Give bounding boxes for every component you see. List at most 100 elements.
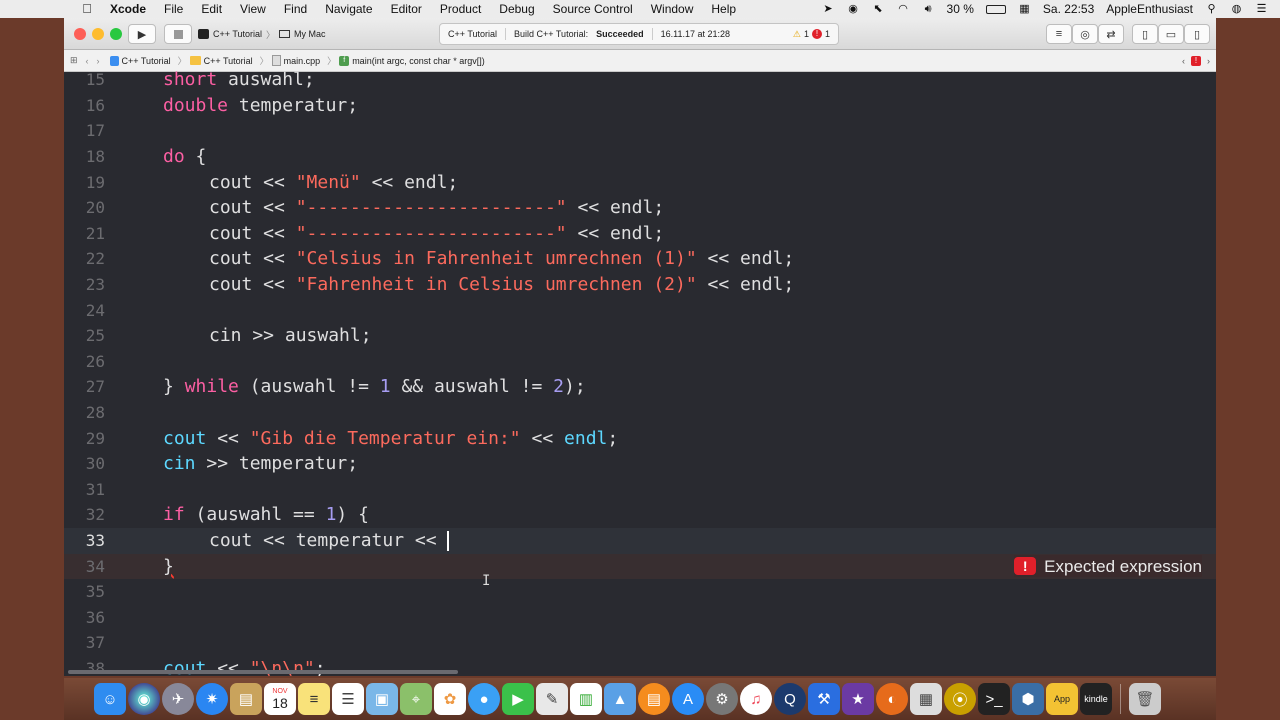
assistant-editor-button[interactable]: ◎: [1072, 24, 1098, 44]
terminal-icon[interactable]: >_: [978, 683, 1010, 715]
menu-window[interactable]: Window: [651, 2, 694, 16]
code-token: do: [163, 146, 185, 167]
error-annotation[interactable]: ! Expected expression: [1014, 555, 1202, 578]
version-editor-button[interactable]: ⇄: [1098, 24, 1124, 44]
code-token: (auswahl !=: [238, 376, 380, 398]
messages-icon[interactable]: ●: [468, 683, 500, 715]
ibeam-cursor-icon: I: [482, 573, 491, 589]
cursor-icon[interactable]: ⬉: [872, 3, 885, 16]
launchpad-icon[interactable]: ✈: [162, 683, 194, 715]
app-label: App: [1053, 694, 1070, 704]
network-utility-icon[interactable]: ⦿: [944, 683, 976, 715]
breadcrumb-folder[interactable]: C++ Tutorial: [189, 56, 253, 66]
previous-issue-icon[interactable]: ‹: [1182, 56, 1185, 66]
menu-edit[interactable]: Edit: [201, 2, 222, 16]
toggle-debug-area-button[interactable]: ▭: [1158, 24, 1184, 44]
forward-chevron-icon[interactable]: ›: [97, 56, 100, 66]
toggle-navigator-button[interactable]: ▯: [1132, 24, 1158, 44]
apple-menu-icon[interactable]: : [80, 2, 94, 16]
numbers-icon[interactable]: ▥: [570, 683, 602, 715]
contacts-icon[interactable]: ▤: [230, 683, 262, 715]
kindle-icon[interactable]: kindle: [1080, 683, 1112, 715]
standard-editor-button[interactable]: ≡: [1046, 24, 1072, 44]
ibooks-icon[interactable]: ▤: [638, 683, 670, 715]
toggle-utilities-button[interactable]: ▯: [1184, 24, 1210, 44]
menu-help[interactable]: Help: [711, 2, 736, 16]
firefox-icon[interactable]: ◐: [876, 683, 908, 715]
breadcrumb-file[interactable]: main.cpp: [271, 55, 320, 66]
code-line: 37: [64, 630, 1216, 656]
line-number: 28: [85, 403, 105, 422]
notes-icon[interactable]: ≡: [298, 683, 330, 715]
battery-percent[interactable]: 30 %: [947, 2, 974, 16]
source-editor[interactable]: 15 short auswahl; 16 double temperatur; 17…: [64, 69, 1216, 676]
back-chevron-icon[interactable]: ‹: [86, 56, 89, 66]
scheme-destination[interactable]: My Mac: [294, 29, 326, 39]
related-items-icon[interactable]: ⊞: [70, 55, 78, 66]
photos-icon[interactable]: ✿: [434, 683, 466, 715]
menu-debug[interactable]: Debug: [499, 2, 534, 16]
app-store-icon[interactable]: A: [672, 683, 704, 715]
close-window-button[interactable]: [74, 28, 86, 40]
siri-icon[interactable]: ◉: [128, 683, 160, 715]
calendar-icon[interactable]: NOV 18: [264, 683, 296, 715]
clock[interactable]: Sa. 22:53: [1043, 2, 1094, 16]
siri-icon[interactable]: ◍: [1230, 3, 1243, 16]
kindle-label: kindle: [1084, 694, 1108, 704]
safari-icon[interactable]: ✷: [196, 683, 228, 715]
spotlight-search-icon[interactable]: ⚲: [1205, 3, 1218, 16]
menu-editor[interactable]: Editor: [391, 2, 422, 16]
line-number: 37: [85, 633, 105, 653]
battery-icon[interactable]: [985, 4, 1006, 14]
line-number: 17: [85, 121, 105, 141]
scheme-project[interactable]: C++ Tutorial: [213, 29, 262, 39]
maps-icon[interactable]: ⌖: [400, 683, 432, 715]
menu-source-control[interactable]: Source Control: [553, 2, 633, 16]
menu-view[interactable]: View: [240, 2, 266, 16]
imovie-icon[interactable]: ★: [842, 683, 874, 715]
app-icon[interactable]: App: [1046, 683, 1078, 715]
xcode-icon[interactable]: ⚒: [808, 683, 840, 715]
code-token: && auswahl !=: [390, 376, 554, 398]
scheme-selector[interactable]: C++ Tutorial 〉 My Mac: [198, 24, 326, 44]
preview-icon[interactable]: ▣: [366, 683, 398, 715]
breadcrumb-project[interactable]: C++ Tutorial: [109, 55, 171, 66]
breadcrumb-function[interactable]: f main(int argc, const char * argv[]): [339, 55, 485, 66]
menu-app-name[interactable]: Xcode: [110, 2, 146, 16]
finder-icon[interactable]: ☺: [94, 683, 126, 715]
code-line: 32 if (auswahl == 1) {: [64, 502, 1216, 528]
calendar-icon[interactable]: ▦: [1018, 3, 1031, 16]
system-preferences-icon[interactable]: ⚙: [706, 683, 738, 715]
horizontal-scrollbar[interactable]: [68, 670, 458, 674]
wifi-icon[interactable]: ◠: [897, 3, 910, 16]
itunes-icon[interactable]: ♫: [740, 683, 772, 715]
code-token: (auswahl ==: [184, 504, 326, 526]
quicktime-icon[interactable]: Q: [774, 683, 806, 715]
user-name[interactable]: AppleEnthusiast: [1106, 2, 1193, 16]
python-launcher-icon[interactable]: ⬢: [1012, 683, 1044, 715]
issue-counts[interactable]: ⚠ 1 ! 1: [793, 29, 830, 40]
trash-icon[interactable]: 🗑︎: [1129, 683, 1161, 715]
run-button[interactable]: ▶: [128, 24, 156, 44]
menu-product[interactable]: Product: [440, 2, 481, 16]
pages-icon[interactable]: ✎: [536, 683, 568, 715]
code-token: cin >> auswahl;: [209, 325, 372, 347]
keynote-icon[interactable]: ▲: [604, 683, 636, 715]
location-icon[interactable]: ➤: [822, 3, 835, 16]
bottom-panel-icon: ▭: [1165, 28, 1177, 41]
archive-utility-icon[interactable]: ▦: [910, 683, 942, 715]
minimize-window-button[interactable]: [92, 28, 104, 40]
error-icon[interactable]: !: [1191, 55, 1201, 66]
menu-navigate[interactable]: Navigate: [325, 2, 372, 16]
menu-file[interactable]: File: [164, 2, 183, 16]
stop-button[interactable]: [164, 24, 192, 44]
record-icon[interactable]: ◉: [847, 3, 860, 16]
facetime-icon[interactable]: ▶: [502, 683, 534, 715]
zoom-window-button[interactable]: [110, 28, 122, 40]
menu-find[interactable]: Find: [284, 2, 307, 16]
reminders-icon[interactable]: ☰: [332, 683, 364, 715]
volume-icon[interactable]: 🔊︎: [922, 3, 935, 16]
notification-center-icon[interactable]: ☰: [1255, 3, 1268, 16]
next-issue-icon[interactable]: ›: [1207, 56, 1210, 66]
dock: ☺ ◉ ✈ ✷ ▤ NOV 18 ≡ ☰ ▣ ⌖ ✿ ● ▶ ✎ ▥ ▲ ▤ A …: [64, 678, 1216, 720]
